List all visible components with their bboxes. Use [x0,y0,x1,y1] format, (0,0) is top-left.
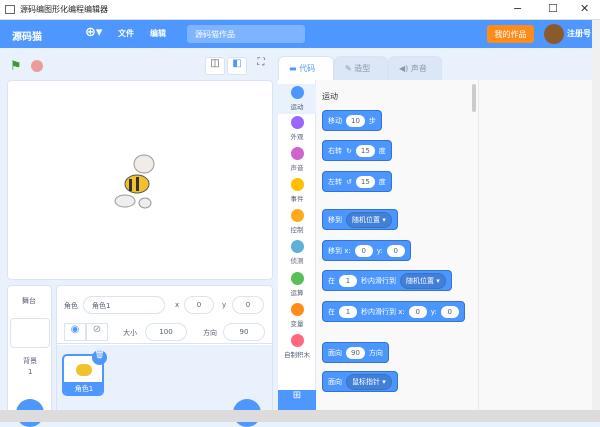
palette-heading: 运动 [322,92,338,101]
sprite-tile-name: 角色1 [64,382,102,394]
app-icon [5,5,15,14]
register-link[interactable]: 注册号 [567,28,591,39]
globe-icon[interactable]: ⊕▾ [85,25,102,40]
green-flag-icon[interactable]: ⚑ [10,59,22,74]
category-my-blocks[interactable]: 自制积木 [278,334,316,359]
window-scrollbar[interactable] [592,20,600,410]
block-move[interactable]: 移动 10 步 [322,110,382,131]
x-label: x [175,301,180,309]
sprite-label: 角色 [64,302,78,310]
fullscreen-button[interactable]: ⛶ [251,57,271,75]
close-button[interactable]: ✕ [580,2,589,15]
sprite-thumbnail [76,364,92,376]
my-works-button[interactable]: 我的作品 [487,25,534,43]
project-title-input[interactable]: 源码猫作品 [187,25,305,43]
y-input[interactable]: 0 [232,296,264,314]
category-looks[interactable]: 外观 [278,116,316,141]
menu-file[interactable]: 文件 [118,28,134,39]
palette-scrollbar[interactable] [472,84,476,112]
block-goto[interactable]: 移到 随机位置 ▾ [322,209,398,230]
size-input[interactable]: 100 [145,323,187,341]
tab-costumes[interactable]: ✎ 造型 [334,56,388,80]
category-menu: 运动 外观 声音 事件 控制 侦测 运算 变量 自制积木 ⊞ [278,80,316,410]
direction-input[interactable]: 90 [223,323,265,341]
show-sprite-eye-icon[interactable]: ◉ [64,323,86,341]
menu-bar: 源码猫 ⊕▾ 文件 编辑 源码猫作品 我的作品 注册号 [0,20,592,48]
backdrop-count: 1 [28,368,33,376]
rotate-cw-icon: ↻ [346,146,352,155]
sprite-panel: 角色 角色1 x 0 y 0 ◉ ⊘ 大小 100 方向 90 角色1 🗑 [56,285,273,427]
hide-sprite-eye-icon[interactable]: ⊘ [86,323,108,341]
category-control[interactable]: 控制 [278,209,316,234]
block-point-direction[interactable]: 面向 90 方向 [322,342,389,363]
stage-canvas[interactable] [7,80,273,280]
block-turn-left[interactable]: 左转 ↺ 15 度 [322,171,392,192]
block-glide[interactable]: 在 1 秒内滑行到 随机位置 ▾ [322,270,452,291]
category-events[interactable]: 事件 [278,178,316,203]
block-glide-xy[interactable]: 在 1 秒内滑行到 x: 0 y: 0 [322,301,465,322]
logo[interactable]: 源码猫 [12,28,42,43]
sprite-cat-bee[interactable] [111,151,161,216]
menu-edit[interactable]: 编辑 [150,28,166,39]
stop-icon[interactable] [31,60,43,72]
maximize-button[interactable]: ☐ [548,2,558,15]
block-turn-right[interactable]: 右转 ↻ 15 度 [322,140,392,161]
tab-sounds[interactable]: ◀) 声音 [388,56,442,80]
stage-thumbnail[interactable] [10,318,50,348]
category-sensing[interactable]: 侦测 [278,240,316,265]
y-label: y [222,301,227,309]
code-icon: ▬ [289,64,300,73]
small-stage-button[interactable]: ◫ [205,57,225,75]
tab-code[interactable]: ▬ 代码 [278,56,334,80]
speaker-icon: ◀) [399,64,411,73]
script-area[interactable] [478,80,592,410]
block-point-towards[interactable]: 面向 鼠标指针 ▾ [322,371,398,392]
category-motion[interactable]: 运动 [278,84,316,114]
rotate-ccw-icon: ↺ [346,177,352,186]
title-bar: 源码编图形化编程编辑器 − ☐ ✕ [0,0,600,20]
avatar[interactable] [544,24,564,44]
add-extension-button[interactable]: ⊞ [278,390,316,410]
category-variables[interactable]: 变量 [278,303,316,328]
backdrop-label: 背景 [23,357,37,365]
brush-icon: ✎ [345,64,355,73]
category-sound[interactable]: 声音 [278,147,316,172]
block-palette: 运动 移动 10 步 右转 ↻ 15 度 左转 ↺ 15 度 移到 随机位置 ▾ 移到 x: 0 y:… [316,80,478,410]
stage-title: 舞台 [22,297,36,305]
size-label: 大小 [123,329,137,337]
large-stage-button[interactable]: ◧ [227,57,247,75]
stage-panel: 舞台 背景 1 [7,285,52,427]
category-operators[interactable]: 运算 [278,272,316,297]
direction-label: 方向 [203,329,217,337]
window-title: 源码编图形化编程编辑器 [20,5,108,14]
sprite-name-input[interactable]: 角色1 [83,296,165,314]
trash-icon[interactable]: 🗑 [92,350,107,365]
minimize-button[interactable]: − [513,2,522,15]
horizontal-scrollbar[interactable] [0,410,600,422]
x-input[interactable]: 0 [184,296,214,314]
block-goto-xy[interactable]: 移到 x: 0 y: 0 [322,240,411,261]
